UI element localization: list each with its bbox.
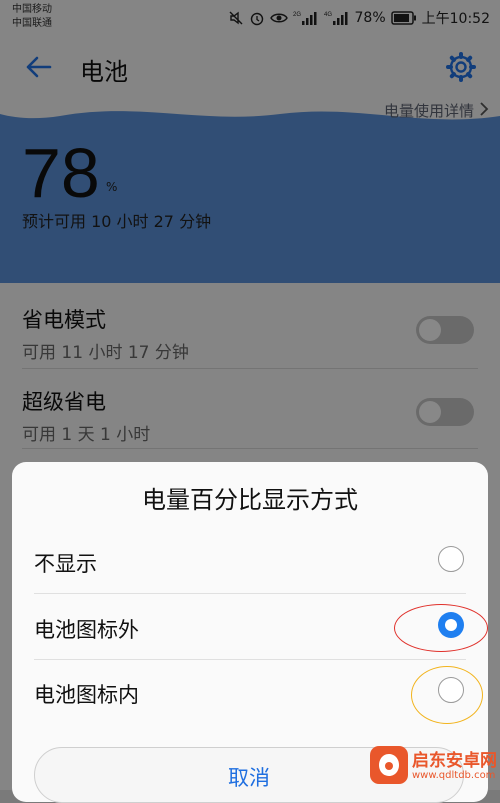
option-hide-radio[interactable] [438,546,464,572]
yellow-highlight-ring [411,666,483,724]
dialog-title: 电量百分比显示方式 [142,486,358,514]
watermark-url: www.qdltdb.com [412,770,496,781]
watermark-logo: 启东安卓网 www.qdltdb.com [370,744,498,788]
option-hide-label: 不显示 [34,552,97,576]
option-hide[interactable]: 不显示 [12,528,488,592]
watermark-name: 启东安卓网 [412,751,497,771]
red-highlight-ring [394,604,488,652]
watermark-icon [370,746,408,784]
option-outside-battery-label: 电池图标外 [34,618,139,642]
option-inside-battery-label: 电池图标内 [34,683,139,707]
